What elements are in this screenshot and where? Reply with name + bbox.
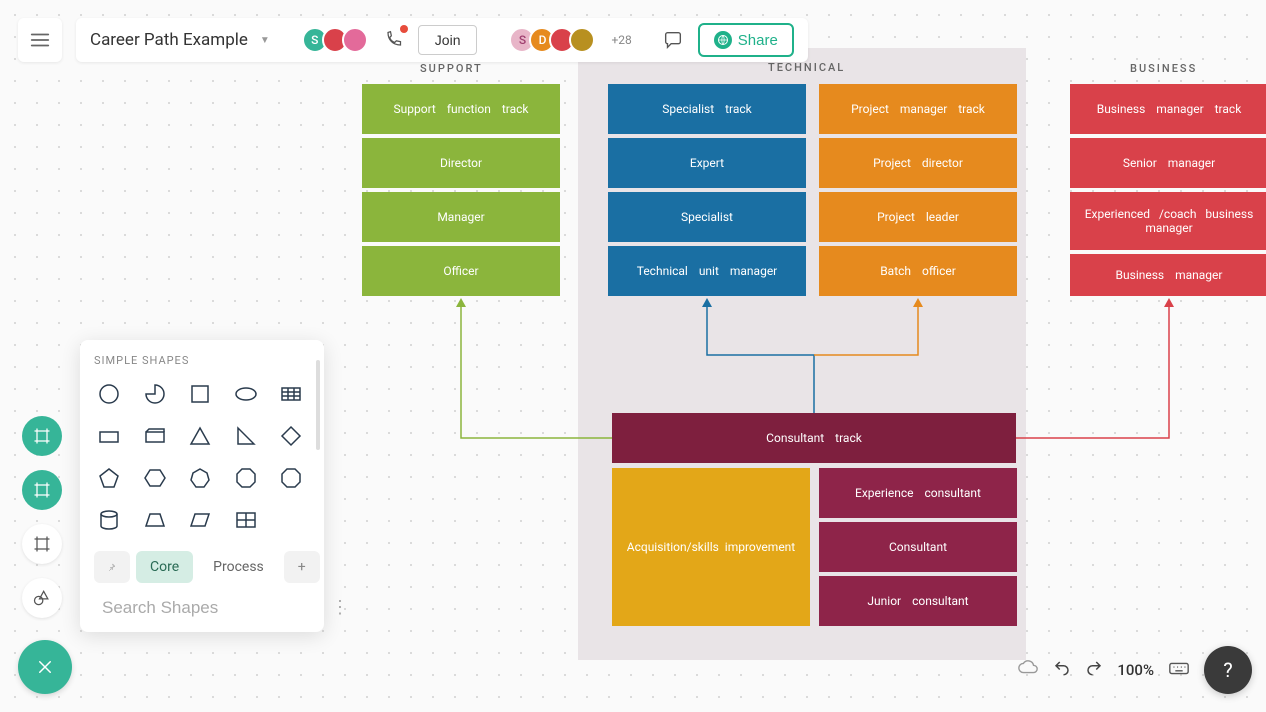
join-button[interactable]: Join <box>418 25 478 55</box>
box-support-0[interactable]: Support function track <box>362 84 560 134</box>
left-tool-stack <box>22 416 62 618</box>
box-support-3[interactable]: Officer <box>362 246 560 296</box>
search-row: ⋮ <box>94 597 310 618</box>
shape-hexagon[interactable] <box>140 463 170 493</box>
avatar-group-1[interactable]: S <box>302 27 368 53</box>
shape-pie[interactable] <box>140 379 170 409</box>
shape-card[interactable] <box>140 421 170 451</box>
box-consultant-0[interactable]: Experience consultant <box>819 468 1017 518</box>
shape-table[interactable] <box>276 379 306 409</box>
zoom-level[interactable]: 100% <box>1117 661 1154 679</box>
undo-icon[interactable] <box>1053 659 1071 681</box>
notification-dot <box>400 25 408 33</box>
shape-square[interactable] <box>185 379 215 409</box>
shape-pentagon[interactable] <box>94 463 124 493</box>
box-acquisition[interactable]: Acquisition/skills improvement <box>612 468 810 626</box>
shape-trapezoid[interactable] <box>140 505 170 535</box>
document-title[interactable]: Career Path Example <box>90 30 248 50</box>
box-project-2[interactable]: Project leader <box>819 192 1017 242</box>
avatar-overflow-count[interactable]: +28 <box>611 33 631 47</box>
panel-scrollbar[interactable] <box>316 360 320 450</box>
box-project-0[interactable]: Project manager track <box>819 84 1017 134</box>
share-label: Share <box>738 32 778 49</box>
tab-core[interactable]: Core <box>136 551 193 583</box>
box-consultant-header[interactable]: Consultant track <box>612 413 1016 463</box>
close-icon <box>36 658 54 676</box>
globe-icon <box>714 31 732 49</box>
tab-process[interactable]: Process <box>199 551 278 583</box>
col-label-technical: TECHNICAL <box>768 61 845 74</box>
cloud-sync-icon[interactable] <box>1017 657 1039 683</box>
more-icon[interactable]: ⋮ <box>331 597 349 618</box>
shape-parallelogram[interactable] <box>185 505 215 535</box>
shape-grid <box>94 379 310 535</box>
shape-rectangle[interactable] <box>94 421 124 451</box>
box-support-2[interactable]: Manager <box>362 192 560 242</box>
menu-button[interactable] <box>18 18 62 62</box>
shape-octagon-2[interactable] <box>276 463 306 493</box>
box-business-3[interactable]: Business manager <box>1070 254 1266 296</box>
box-consultant-2[interactable]: Junior consultant <box>819 576 1017 626</box>
avatar-group-2[interactable]: S D <box>509 27 595 53</box>
pin-icon <box>108 560 116 574</box>
bottom-right-controls: 100% ? <box>1017 646 1252 694</box>
box-specialist-3[interactable]: Technical unit manager <box>608 246 806 296</box>
title-dropdown-icon[interactable]: ▼ <box>260 35 270 46</box>
col-label-business: BUSINESS <box>1130 62 1197 75</box>
box-consultant-1[interactable]: Consultant <box>819 522 1017 572</box>
box-business-2[interactable]: Experienced /coach business manager <box>1070 192 1266 250</box>
box-business-0[interactable]: Business manager track <box>1070 84 1266 134</box>
call-icon[interactable] <box>380 27 406 53</box>
box-specialist-1[interactable]: Expert <box>608 138 806 188</box>
tab-add[interactable]: + <box>284 551 320 583</box>
share-button[interactable]: Share <box>698 23 794 57</box>
redo-icon[interactable] <box>1085 659 1103 681</box>
hamburger-icon <box>29 29 51 51</box>
box-specialist-0[interactable]: Specialist track <box>608 84 806 134</box>
box-support-1[interactable]: Director <box>362 138 560 188</box>
frame-tool-2[interactable] <box>22 470 62 510</box>
diagram: SUPPORT TECHNICAL BUSINESS Support funct… <box>330 48 1250 668</box>
shape-heptagon[interactable] <box>185 463 215 493</box>
search-input[interactable] <box>102 598 323 618</box>
topbar: Career Path Example ▼ S Join S D +28 <box>18 18 808 62</box>
shape-grid[interactable] <box>231 505 261 535</box>
box-project-3[interactable]: Batch officer <box>819 246 1017 296</box>
frame-tool-3[interactable] <box>22 524 62 564</box>
frame-tool-1[interactable] <box>22 416 62 456</box>
tab-pin[interactable] <box>94 551 130 583</box>
box-project-1[interactable]: Project director <box>819 138 1017 188</box>
title-bar: Career Path Example ▼ S Join S D +28 <box>76 18 808 62</box>
panel-title: SIMPLE SHAPES <box>94 354 310 367</box>
shape-octagon[interactable] <box>231 463 261 493</box>
close-panel-button[interactable] <box>18 640 72 694</box>
shape-diamond[interactable] <box>276 421 306 451</box>
help-button[interactable]: ? <box>1204 646 1252 694</box>
shape-ellipse[interactable] <box>231 379 261 409</box>
box-business-1[interactable]: Senior manager <box>1070 138 1266 188</box>
shape-cylinder[interactable] <box>94 505 124 535</box>
shape-circle[interactable] <box>94 379 124 409</box>
box-specialist-2[interactable]: Specialist <box>608 192 806 242</box>
panel-tabs: Core Process + <box>94 551 310 583</box>
shapes-panel: SIMPLE SHAPES Core Process + ⋮ <box>80 340 324 632</box>
keyboard-icon[interactable] <box>1168 657 1190 683</box>
shape-triangle[interactable] <box>185 421 215 451</box>
shape-right-triangle[interactable] <box>231 421 261 451</box>
col-label-support: SUPPORT <box>420 62 483 75</box>
comment-icon[interactable] <box>660 27 686 53</box>
shapes-tool[interactable] <box>22 578 62 618</box>
